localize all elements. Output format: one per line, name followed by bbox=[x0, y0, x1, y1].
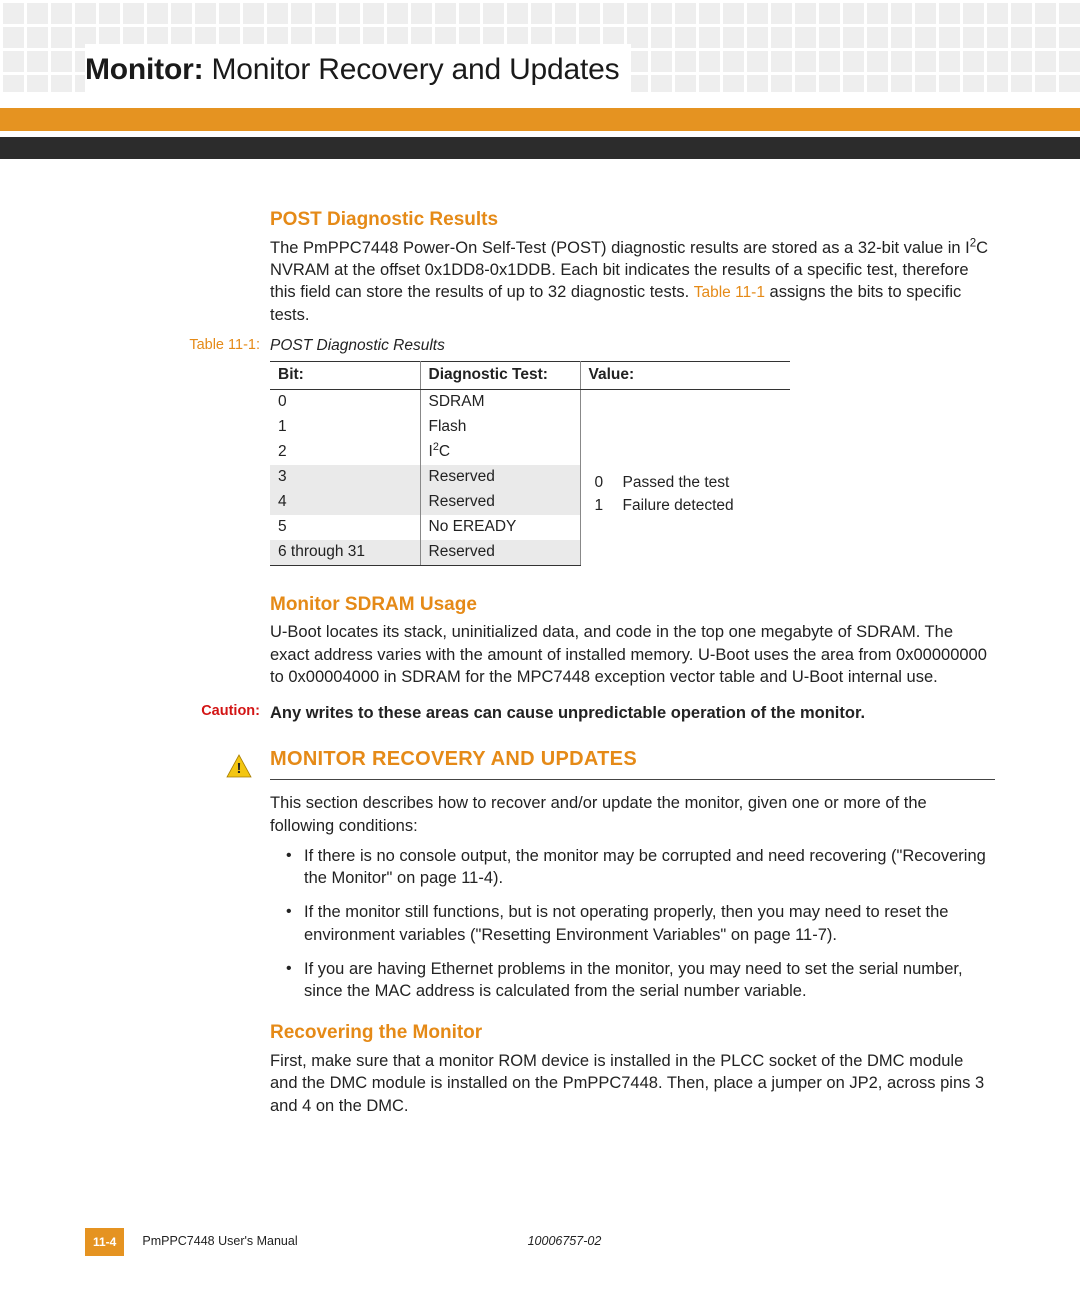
cell-bit: 0 bbox=[270, 390, 420, 415]
value-line: 1Failure detected bbox=[595, 496, 781, 517]
value-line: 0Passed the test bbox=[595, 473, 781, 494]
list-item: If the monitor still functions, but is n… bbox=[286, 901, 995, 946]
cell-test: I2C bbox=[420, 440, 580, 465]
section-rule bbox=[270, 779, 995, 780]
table-label: Table 11-1: bbox=[85, 336, 260, 356]
caution-label: Caution: bbox=[85, 702, 260, 722]
cell-bit: 1 bbox=[270, 415, 420, 440]
sdram-paragraph: U-Boot locates its stack, uninitialized … bbox=[270, 621, 995, 688]
diagnostic-table: Bit: Diagnostic Test: Value: 0SDRAM0Pass… bbox=[270, 361, 790, 565]
table-caption: Table 11-1: POST Diagnostic Results bbox=[270, 336, 995, 357]
cell-value: 0Passed the test1Failure detected bbox=[580, 390, 790, 565]
cell-test: No EREADY bbox=[420, 515, 580, 540]
orange-bar bbox=[0, 108, 1080, 131]
cell-test: Reserved bbox=[420, 465, 580, 490]
caution-text: Any writes to these areas can cause unpr… bbox=[270, 704, 865, 722]
chapter-title: Monitor: Monitor Recovery and Updates bbox=[85, 44, 631, 97]
table-row: 0SDRAM0Passed the test1Failure detected bbox=[270, 390, 790, 415]
cell-test: Reserved bbox=[420, 490, 580, 515]
chapter-light: Monitor Recovery and Updates bbox=[203, 53, 619, 86]
svg-text:!: ! bbox=[237, 760, 242, 777]
cell-test: Flash bbox=[420, 415, 580, 440]
chapter-bold: Monitor: bbox=[85, 53, 203, 86]
recovering-paragraph: First, make sure that a monitor ROM devi… bbox=[270, 1050, 995, 1117]
heading-recovery-updates: MONITOR RECOVERY AND UPDATES bbox=[270, 746, 995, 773]
th-value: Value: bbox=[580, 362, 790, 390]
page-footer: 11-4 PmPPC7448 User's Manual 10006757-02 bbox=[85, 1228, 995, 1256]
dark-bar bbox=[0, 137, 1080, 159]
post-paragraph: The PmPPC7448 Power-On Self-Test (POST) … bbox=[270, 237, 995, 327]
manual-name: PmPPC7448 User's Manual bbox=[142, 1233, 297, 1250]
caution-block: Caution: Any writes to these areas can c… bbox=[270, 702, 995, 724]
table-xref[interactable]: Table 11-1 bbox=[694, 284, 765, 301]
cell-bit: 2 bbox=[270, 440, 420, 465]
th-bit: Bit: bbox=[270, 362, 420, 390]
page-number: 11-4 bbox=[85, 1228, 124, 1256]
heading-recovering: Recovering the Monitor bbox=[270, 1020, 995, 1046]
warning-icon: ! bbox=[226, 754, 252, 784]
cell-bit: 4 bbox=[270, 490, 420, 515]
cell-bit: 6 through 31 bbox=[270, 540, 420, 565]
heading-sdram-usage: Monitor SDRAM Usage bbox=[270, 592, 995, 618]
recovery-intro: This section describes how to recover an… bbox=[270, 792, 995, 837]
list-item: If you are having Ethernet problems in t… bbox=[286, 958, 995, 1003]
doc-number: 10006757-02 bbox=[528, 1233, 602, 1250]
list-item: If there is no console output, the monit… bbox=[286, 845, 995, 890]
recovery-bullet-list: If there is no console output, the monit… bbox=[286, 845, 995, 1003]
cell-bit: 3 bbox=[270, 465, 420, 490]
heading-post-diagnostic: POST Diagnostic Results bbox=[270, 207, 995, 233]
cell-test: Reserved bbox=[420, 540, 580, 565]
cell-bit: 5 bbox=[270, 515, 420, 540]
th-test: Diagnostic Test: bbox=[420, 362, 580, 390]
cell-test: SDRAM bbox=[420, 390, 580, 415]
